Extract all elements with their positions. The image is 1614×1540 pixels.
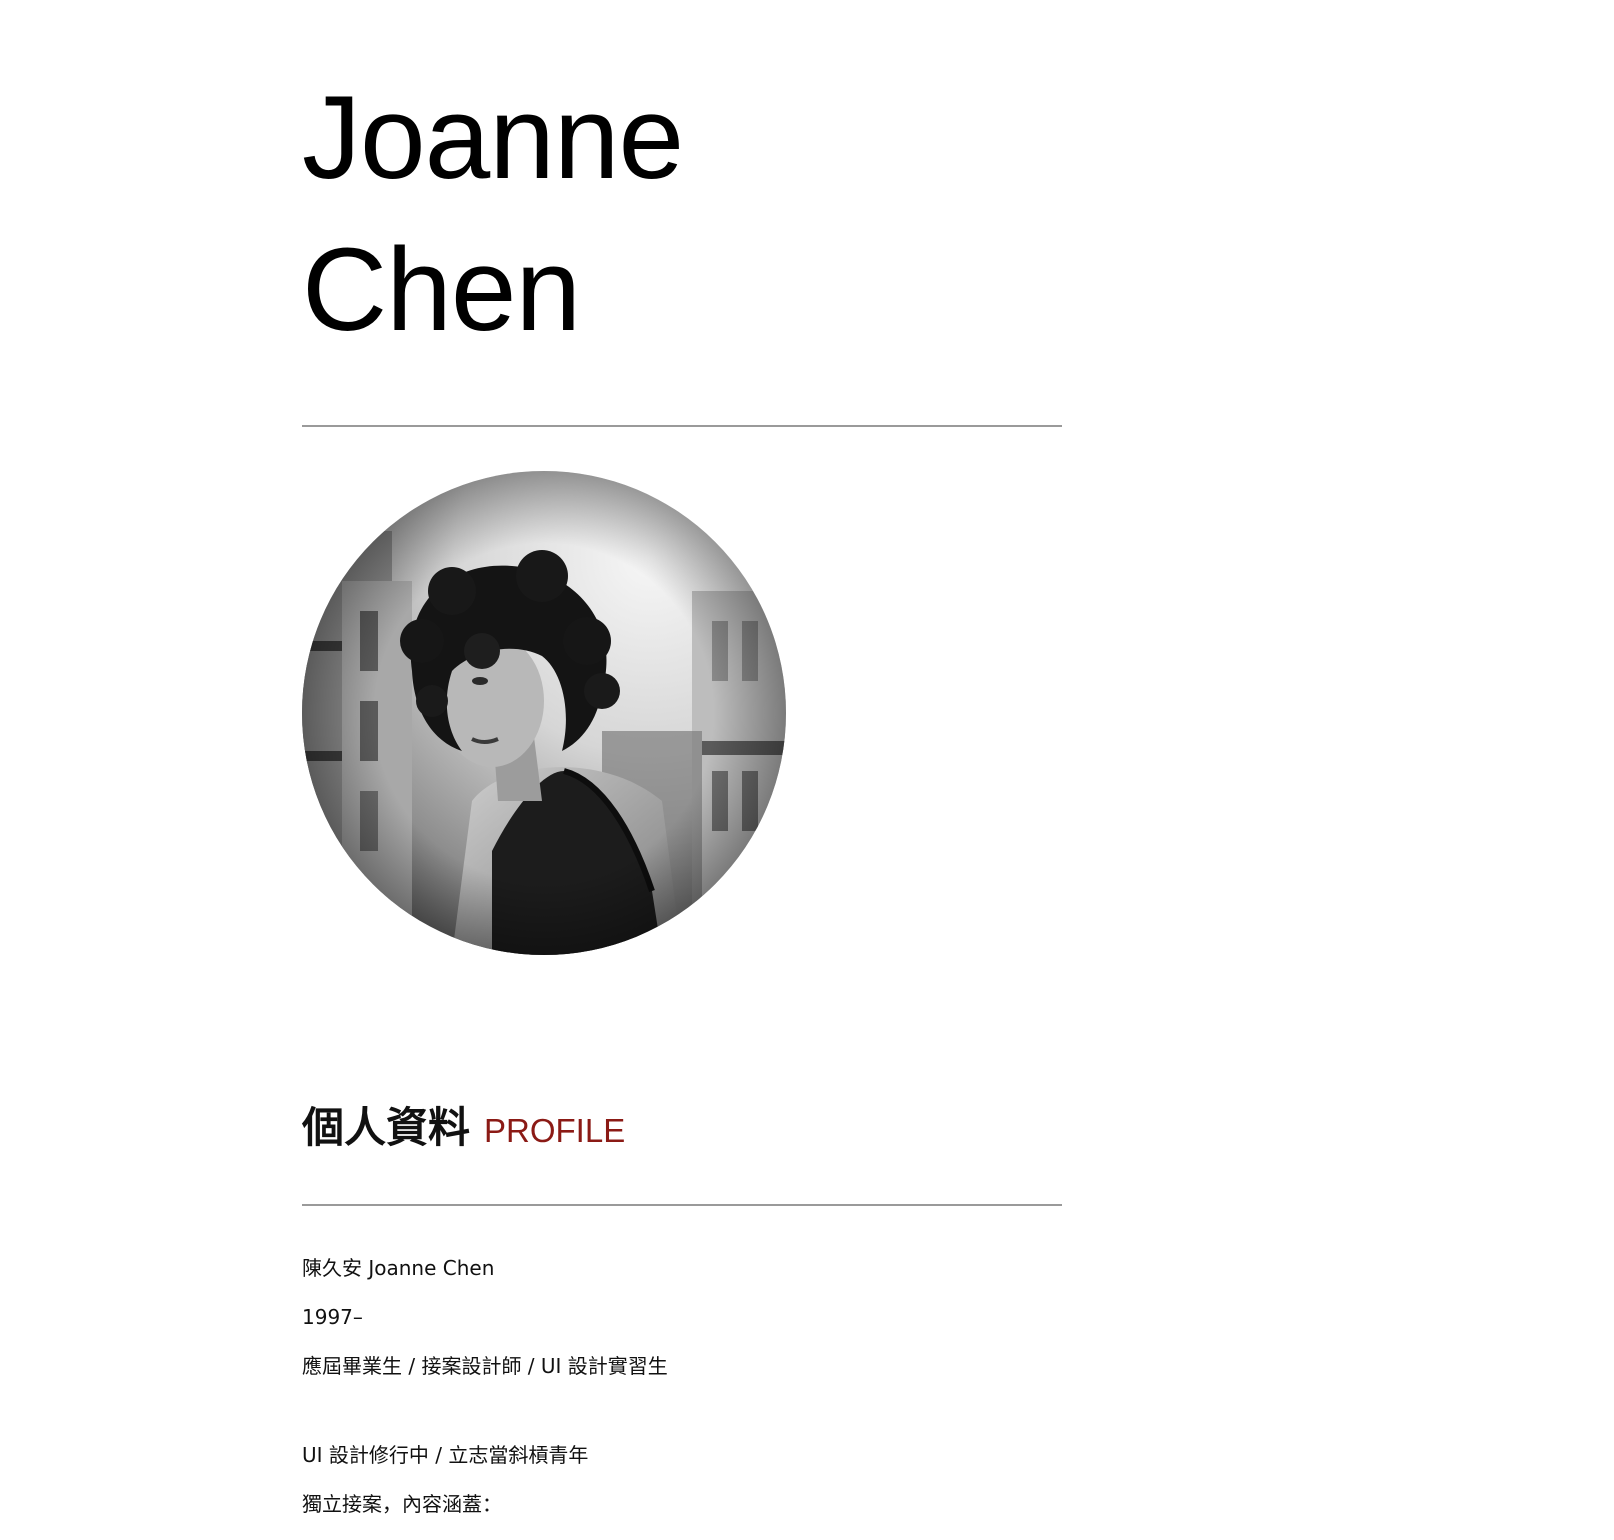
last-name: Chen [302,224,581,356]
first-name: Joanne [302,72,684,204]
profile-name-line: 陳久安 Joanne Chen [302,1256,495,1280]
section-title-en: PROFILE [484,1112,626,1149]
profile-divider [302,1204,1062,1206]
profile-roles: 應屆畢業生 / 接案設計師 / UI 設計實習生 [302,1354,668,1378]
name-title: Joanne Chen [302,62,684,366]
profile-birth-year: 1997– [302,1305,363,1329]
profile-details: 陳久安 Joanne Chen 1997– 應屆畢業生 / 接案設計師 / UI… [302,1255,1062,1540]
profile-photo [302,471,786,955]
profile-motto: UI 設計修行中 / 立志當斜槓青年 [302,1443,589,1467]
top-divider [302,425,1062,427]
section-title-zh: 個人資料 [302,1103,471,1152]
profile-section-heading: 個人資料 PROFILE [302,1094,625,1155]
portrait-photo-icon [302,471,786,955]
profile-freelance-intro: 獨立接案，內容涵蓋： [302,1492,502,1516]
